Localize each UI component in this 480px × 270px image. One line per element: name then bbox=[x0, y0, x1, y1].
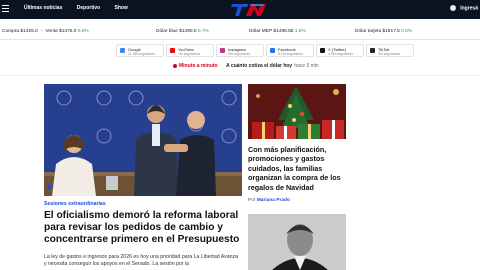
ticker-time: hace 5 min bbox=[294, 63, 319, 69]
social-links: Google 31.3M seguidores YouTube 7M seguido… bbox=[0, 44, 480, 58]
video-play-icon[interactable] bbox=[48, 184, 53, 190]
side-byline: Por Mariana Prado bbox=[248, 198, 290, 203]
social-youtube[interactable]: YouTube 7M seguidores bbox=[166, 44, 214, 57]
nav-show[interactable]: Show bbox=[114, 5, 127, 11]
google-icon bbox=[120, 48, 125, 53]
social-x[interactable]: X (Twitter) 4.8M seguidores bbox=[316, 44, 364, 57]
nav-deportivo[interactable]: Deportivo bbox=[77, 5, 100, 11]
nav-ultimas-noticias[interactable]: Últimas noticias bbox=[24, 5, 62, 11]
dollar-official-change: 0.0% bbox=[77, 29, 89, 34]
live-dot-icon bbox=[173, 64, 177, 68]
social-instagram[interactable]: Instagram 5M seguidores bbox=[216, 44, 264, 57]
dollar-blue[interactable]: Dólar blue $1490.0 0.7% bbox=[156, 29, 209, 34]
facebook-icon bbox=[270, 48, 275, 53]
author-link[interactable]: Mariana Prado bbox=[257, 198, 290, 203]
main-summary: La ley de gastos e ingresos para 2026 es… bbox=[44, 254, 238, 267]
live-label[interactable]: Minuto a minuto bbox=[179, 63, 218, 69]
social-tiktok[interactable]: TikTok 3M seguidores bbox=[366, 44, 414, 57]
tn-logo[interactable] bbox=[230, 3, 270, 17]
dollar-official[interactable]: Compra $1425.0 • Venta $1475.0 0.0% bbox=[2, 29, 89, 34]
social-google[interactable]: Google 31.3M seguidores bbox=[116, 44, 164, 57]
main-headline[interactable]: El oficialismo demoró la reforma laboral… bbox=[44, 210, 244, 246]
dollar-mep[interactable]: Dólar MEP $1498.58 1.0% bbox=[249, 29, 306, 34]
side-article-photo-2[interactable] bbox=[248, 214, 346, 270]
dollar-mep-change: 1.0% bbox=[294, 29, 306, 34]
article-kicker[interactable]: Sesiones extraordinarias bbox=[44, 201, 106, 207]
top-bar: Últimas noticias Deportivo Show Ingresá bbox=[0, 0, 480, 19]
main-nav: Últimas noticias Deportivo Show bbox=[24, 5, 141, 11]
side-headline[interactable]: Con más planificación, promociones y gas… bbox=[248, 145, 348, 192]
youtube-icon bbox=[170, 48, 175, 53]
hamburger-menu-icon[interactable] bbox=[2, 3, 9, 12]
social-facebook[interactable]: Facebook 8.1M seguidores bbox=[266, 44, 314, 57]
ticker-headline[interactable]: A cuánto cotiza el dólar hoy hace 5 min bbox=[226, 63, 319, 69]
instagram-icon bbox=[220, 48, 225, 53]
christmas-gifts-photo bbox=[248, 84, 346, 139]
main-article-photo[interactable] bbox=[44, 84, 242, 196]
divider bbox=[0, 75, 480, 76]
user-icon bbox=[450, 5, 457, 11]
x-icon bbox=[320, 48, 325, 53]
senate-press-photo bbox=[44, 84, 242, 196]
side-article-photo[interactable] bbox=[248, 84, 346, 139]
dollar-tarjeta-change: 0.0% bbox=[401, 29, 413, 34]
dollar-tarjeta[interactable]: Dólar tarjeta $1917.5 0.0% bbox=[355, 29, 412, 34]
breaking-ticker: Minuto a minuto A cuánto cotiza el dólar… bbox=[0, 61, 480, 73]
dollar-blue-change: 0.7% bbox=[197, 29, 209, 34]
login-link[interactable]: Ingresá bbox=[450, 5, 478, 11]
dollar-rates-bar: Compra $1425.0 • Venta $1475.0 0.0% Dólar … bbox=[0, 23, 480, 40]
portrait-photo bbox=[248, 214, 346, 270]
tiktok-icon bbox=[370, 48, 375, 53]
